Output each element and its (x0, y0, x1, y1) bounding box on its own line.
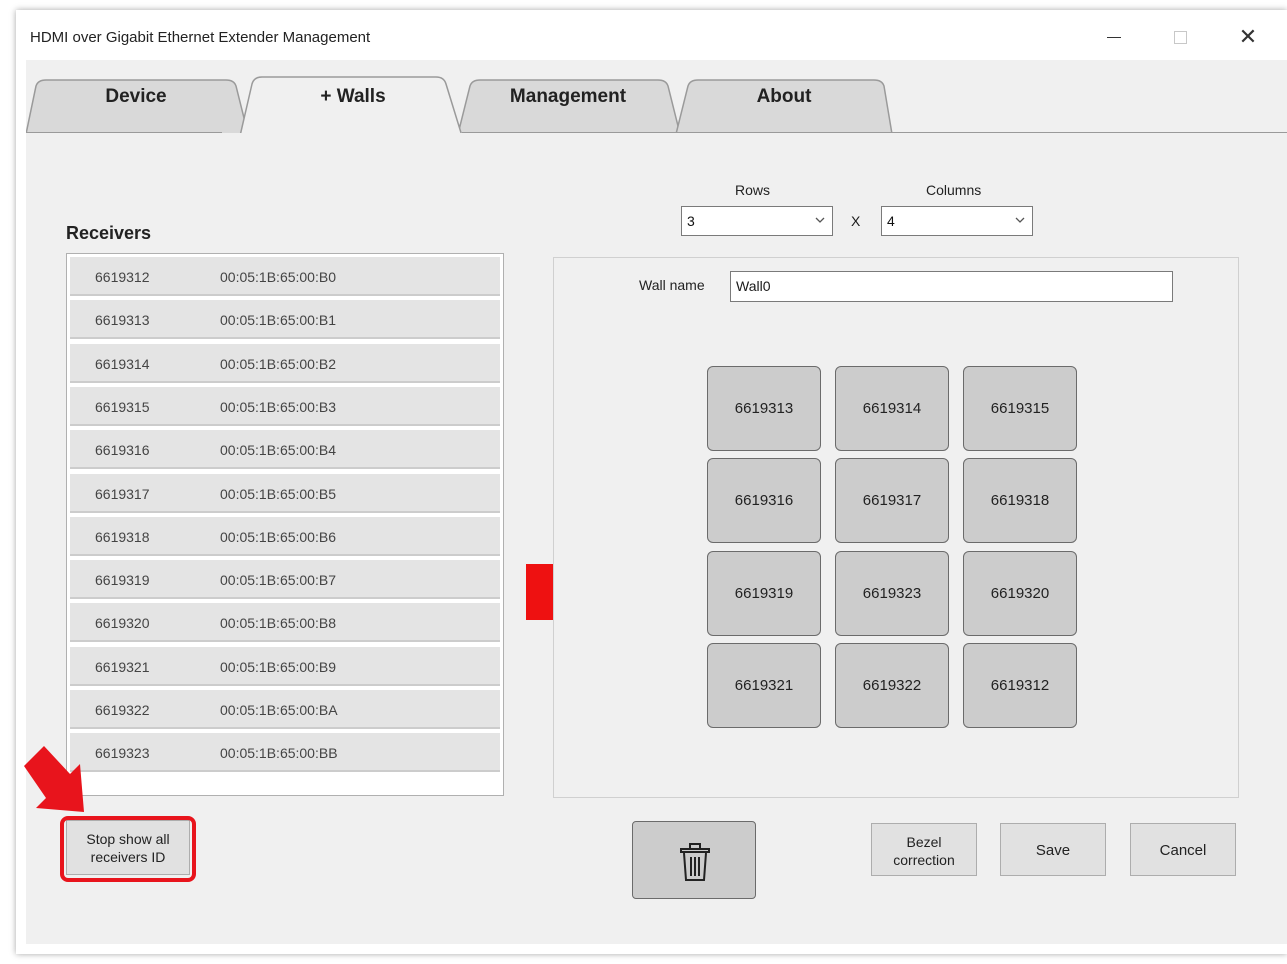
minimize-button[interactable] (1094, 22, 1134, 52)
receiver-mac: 00:05:1B:65:00:B2 (220, 355, 336, 372)
receiver-mac: 00:05:1B:65:00:B6 (220, 528, 336, 545)
receiver-mac: 00:05:1B:65:00:BB (220, 745, 338, 762)
receiver-row[interactable]: 6619320 00:05:1B:65:00:B8 (70, 603, 500, 643)
receiver-mac: 00:05:1B:65:00:B0 (220, 269, 336, 285)
receivers-list[interactable]: 6619312 00:05:1B:65:00:B0 6619313 00:05:1B:… (66, 253, 504, 796)
close-button[interactable]: ✕ (1228, 22, 1268, 52)
chevron-down-icon (814, 213, 826, 229)
receiver-row[interactable]: 6619316 00:05:1B:65:00:B4 (70, 430, 500, 470)
save-button[interactable]: Save (1000, 823, 1106, 876)
tab-management[interactable]: Management (488, 86, 648, 108)
wall-tile[interactable]: 6619316 (707, 458, 821, 544)
receiver-id: 6619314 (95, 355, 150, 372)
wall-tile[interactable]: 6619321 (707, 642, 821, 728)
receiver-id: 6619318 (95, 528, 150, 545)
columns-select[interactable]: 4 (881, 206, 1033, 236)
rows-label: Rows (735, 182, 771, 198)
receiver-mac: 00:05:1B:65:00:BA (220, 702, 338, 718)
receiver-row[interactable]: 6619321 00:05:1B:65:00:B9 (70, 646, 500, 686)
receiver-id: 6619317 (95, 485, 150, 502)
wall-tile[interactable]: 6619314 (835, 366, 949, 451)
window-title: HDMI over Gigabit Ethernet Extender Mana… (30, 29, 371, 46)
wall-tile[interactable]: 6619323 (835, 550, 949, 636)
tab-about[interactable]: About (704, 86, 864, 108)
receiver-row[interactable]: 6619314 00:05:1B:65:00:B2 (70, 343, 500, 383)
receiver-row[interactable]: 6619315 00:05:1B:65:00:B3 (70, 386, 500, 426)
receiver-id: 6619313 (95, 312, 150, 329)
cancel-button[interactable]: Cancel (1130, 823, 1236, 876)
receiver-id: 6619319 (95, 572, 150, 589)
columns-label: Columns (926, 182, 982, 198)
tab-walls[interactable]: + Walls (273, 86, 433, 108)
trash-icon (680, 843, 710, 881)
wall-tile[interactable]: 6619322 (835, 642, 949, 728)
receiver-id: 6619323 (95, 745, 150, 762)
receiver-id: 6619322 (95, 702, 150, 718)
delete-button[interactable] (632, 821, 756, 899)
receiver-mac: 00:05:1B:65:00:B1 (220, 312, 336, 329)
rows-value: 3 (687, 213, 695, 229)
maximize-icon (1173, 30, 1187, 44)
tab-device[interactable]: Device (56, 86, 216, 108)
receiver-row[interactable]: 6619323 00:05:1B:65:00:BB (70, 733, 500, 773)
receiver-id: 6619315 (95, 398, 150, 415)
wall-name-label: Wall name (639, 277, 705, 293)
receiver-row[interactable]: 6619312 00:05:1B:65:00:B0 (70, 257, 500, 296)
bezel-correction-button[interactable]: Bezel correction (871, 823, 977, 876)
receiver-row[interactable]: 6619317 00:05:1B:65:00:B5 (70, 473, 500, 513)
grid-separator: X (851, 213, 861, 229)
maximize-button[interactable] (1160, 22, 1200, 52)
wall-name-input[interactable]: Wall0 (730, 271, 1173, 302)
wall-tile[interactable]: 6619312 (963, 642, 1077, 728)
chevron-down-icon (1014, 213, 1026, 229)
receiver-row[interactable]: 6619319 00:05:1B:65:00:B7 (70, 560, 500, 600)
receiver-mac: 00:05:1B:65:00:B9 (220, 658, 336, 675)
title-bar: HDMI over Gigabit Ethernet Extender Mana… (16, 10, 1287, 60)
wall-tile[interactable]: 6619320 (963, 550, 1077, 636)
close-icon: ✕ (1238, 24, 1258, 49)
receivers-heading: Receivers (66, 223, 152, 243)
arrow-diagonal-shape (24, 746, 84, 812)
wall-tile[interactable]: 6619313 (707, 366, 821, 451)
receiver-mac: 00:05:1B:65:00:B8 (220, 615, 336, 632)
red-arrow-diagonal (24, 746, 84, 812)
wall-tile[interactable]: 6619319 (707, 550, 821, 636)
receiver-mac: 00:05:1B:65:00:B3 (220, 398, 336, 415)
wall-tile[interactable]: 6619315 (963, 366, 1077, 451)
receiver-id: 6619320 (95, 615, 150, 632)
receiver-mac: 00:05:1B:65:00:B7 (220, 572, 336, 589)
receiver-row[interactable]: 6619313 00:05:1B:65:00:B1 (70, 300, 500, 340)
wall-tile[interactable]: 6619318 (963, 458, 1077, 544)
receiver-row[interactable]: 6619318 00:05:1B:65:00:B6 (70, 516, 500, 556)
receiver-id: 6619321 (95, 658, 150, 675)
receiver-row[interactable]: 6619322 00:05:1B:65:00:BA (70, 690, 500, 729)
columns-value: 4 (887, 213, 895, 229)
red-highlight-box (60, 816, 196, 882)
bezel-line1: Bezel (906, 834, 942, 850)
wall-name-value: Wall0 (736, 278, 771, 294)
receiver-mac: 00:05:1B:65:00:B5 (220, 485, 336, 502)
rows-select[interactable]: 3 (681, 206, 833, 236)
minimize-icon (1107, 36, 1121, 38)
receiver-mac: 00:05:1B:65:00:B4 (220, 442, 336, 459)
receiver-id: 6619316 (95, 442, 150, 459)
wall-tile[interactable]: 6619317 (835, 458, 949, 544)
bezel-line2: correction (893, 852, 955, 868)
receiver-id: 6619312 (95, 269, 150, 285)
